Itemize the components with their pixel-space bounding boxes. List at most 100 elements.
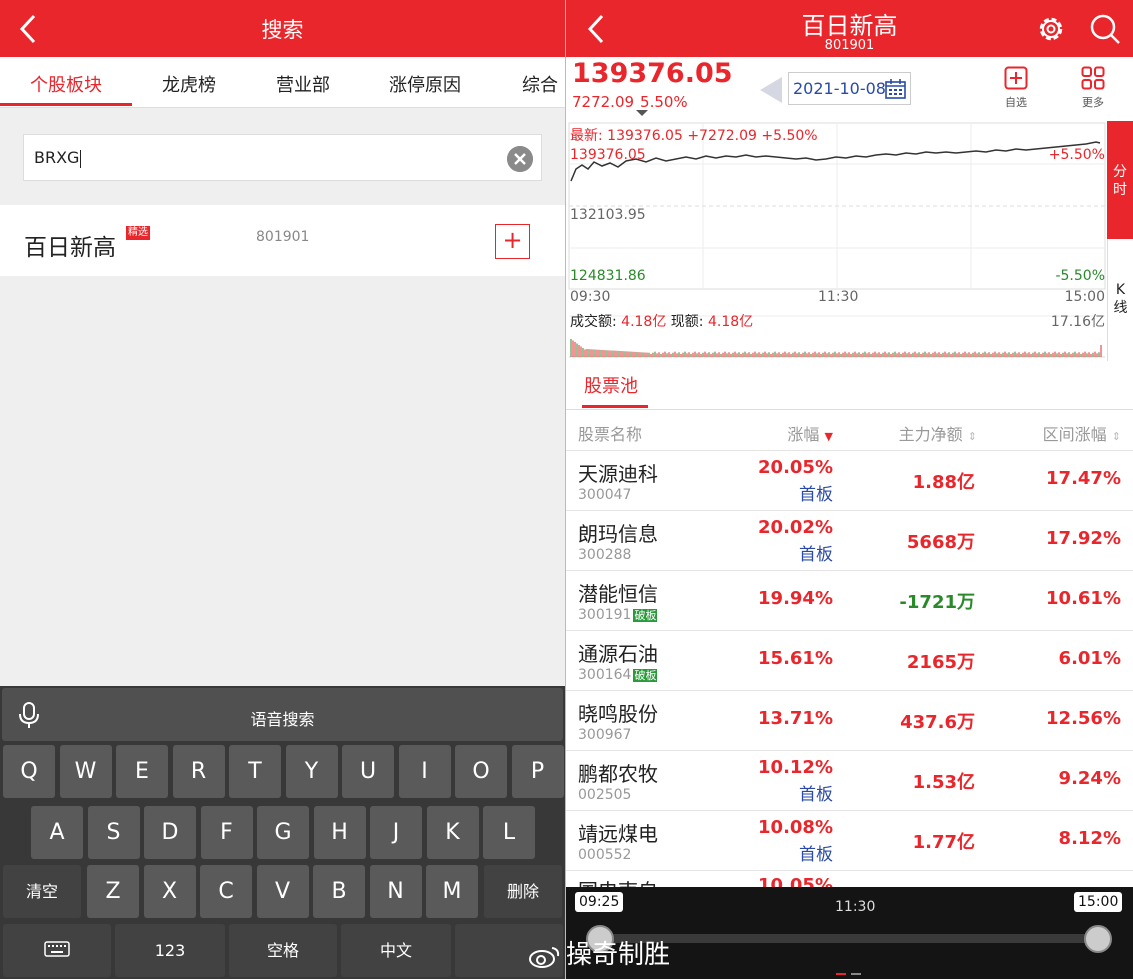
table-row[interactable]: 朗玛信息 300288 20.02% 首板 5668万 17.92% <box>566 511 1133 571</box>
intraday-chart[interactable]: 最新: 139376.05 +7272.09 +5.50% 139376.05 … <box>566 121 1133 361</box>
tab-limit-up-reason[interactable]: 涨停原因 <box>389 71 461 97</box>
volume-bars <box>570 339 1102 357</box>
key-v[interactable]: V <box>256 865 309 918</box>
watermark: 操奇制胜 <box>528 934 670 971</box>
col-change-pct[interactable]: 涨幅 ▼ <box>787 421 833 445</box>
timeline-mid: 11:30 <box>835 899 876 915</box>
tab-general[interactable]: 综合 <box>522 71 558 97</box>
tab-kline[interactable]: K线 <box>1107 239 1133 361</box>
pct-axis-top: +5.50% <box>1048 147 1105 163</box>
voice-search-bar[interactable]: 语音搜索 <box>2 688 563 741</box>
tab-intraday[interactable]: 分时 <box>1107 121 1133 239</box>
key-l[interactable]: L <box>483 806 535 859</box>
key-i[interactable]: I <box>398 745 451 798</box>
first-board-tag: 首板 <box>799 845 833 865</box>
key-p[interactable]: P <box>511 745 564 798</box>
range-change: 10.61% <box>1046 588 1121 609</box>
key-n[interactable]: N <box>369 865 422 918</box>
gear-icon[interactable] <box>1034 12 1068 46</box>
key-numbers[interactable]: 123 <box>115 924 225 977</box>
main-net-amount: -1721万 <box>899 592 975 613</box>
table-row[interactable]: 晓鸣股份 300967 13.71% 437.6万 12.56% <box>566 691 1133 751</box>
key-chinese[interactable]: 中文 <box>341 924 451 977</box>
search-icon[interactable] <box>1088 12 1122 46</box>
stock-name: 天源迪科 <box>578 462 658 486</box>
key-t[interactable]: T <box>229 745 281 798</box>
key-m[interactable]: M <box>426 865 478 918</box>
range-change: 6.01% <box>1058 648 1121 669</box>
key-h[interactable]: H <box>313 806 366 859</box>
stock-name: 朗玛信息 <box>578 522 658 546</box>
key-k[interactable]: K <box>426 806 479 859</box>
key-space[interactable]: 空格 <box>229 924 337 977</box>
first-board-tag: 首板 <box>799 785 833 805</box>
key-e[interactable]: E <box>116 745 168 798</box>
main-net-amount: 1.88亿 <box>912 472 975 493</box>
timeline-start: 09:25 <box>575 892 624 912</box>
volume-max: 17.16亿 <box>1050 314 1105 330</box>
key-b[interactable]: B <box>313 865 365 918</box>
change-pct: 13.71% <box>758 708 833 729</box>
broken-board-badge: 破板 <box>633 609 658 622</box>
key-delete[interactable]: 删除 <box>484 865 562 918</box>
key-x[interactable]: X <box>143 865 196 918</box>
key-q[interactable]: Q <box>3 745 55 798</box>
sort-desc-icon: ▼ <box>824 430 833 443</box>
more-button[interactable]: 更多 <box>1073 66 1113 110</box>
grid-icon <box>1081 66 1105 90</box>
previous-date-icon[interactable] <box>760 77 782 103</box>
key-c[interactable]: C <box>200 865 252 918</box>
tab-dragon-tiger[interactable]: 龙虎榜 <box>162 71 216 97</box>
col-main-net[interactable]: 主力净额 ⇕ <box>899 421 977 445</box>
key-y[interactable]: Y <box>285 745 338 798</box>
timeline-end-handle[interactable] <box>1084 925 1112 953</box>
search-input[interactable]: BRXG <box>23 134 542 181</box>
clear-search-icon[interactable] <box>507 146 533 172</box>
add-to-watchlist-button[interactable]: + <box>495 224 530 259</box>
key-a[interactable]: A <box>31 806 83 859</box>
key-w[interactable]: W <box>59 745 112 798</box>
search-result-item[interactable]: 百日新高 精选 801901 + <box>0 205 565 276</box>
stock-name: 晓鸣股份 <box>578 702 658 726</box>
stock-code: 300191 破板 <box>578 607 658 623</box>
table-row[interactable]: 潜能恒信 300191 破板 19.94% -1721万 10.61% <box>566 571 1133 631</box>
table-row[interactable]: 通源石油 300164 破板 15.61% 2165万 6.01% <box>566 631 1133 691</box>
calendar-icon <box>885 79 906 99</box>
table-row[interactable]: 靖远煤电 000552 10.08% 首板 1.77亿 8.12% <box>566 811 1133 871</box>
expand-triangle-icon[interactable] <box>636 110 648 116</box>
key-f[interactable]: F <box>200 806 253 859</box>
key-o[interactable]: O <box>455 745 507 798</box>
keyboard-icon <box>44 941 70 957</box>
tab-brokerage[interactable]: 营业部 <box>276 71 330 97</box>
table-row[interactable]: 鹏都农牧 002505 10.12% 首板 1.53亿 9.24% <box>566 751 1133 811</box>
weibo-logo-icon <box>528 943 562 969</box>
col-stock-name: 股票名称 <box>578 425 643 444</box>
watchlist-button[interactable]: 自选 <box>996 66 1036 110</box>
key-keyboard-switch[interactable] <box>3 924 111 977</box>
range-change: 17.92% <box>1046 528 1121 549</box>
y-axis-mid: 132103.95 <box>570 207 646 223</box>
key-clear[interactable]: 清空 <box>3 865 81 918</box>
stock-code: 300047 <box>578 487 632 503</box>
key-u[interactable]: U <box>342 745 394 798</box>
key-g[interactable]: G <box>257 806 309 859</box>
stock-code: 000552 <box>578 847 632 863</box>
timeline-track[interactable] <box>600 934 1100 943</box>
stock-name: 潜能恒信 <box>578 582 658 606</box>
col-range-change[interactable]: 区间涨幅 ⇕ <box>1043 421 1121 445</box>
timeline-end: 15:00 <box>1074 892 1123 912</box>
date-picker[interactable]: 2021-10-08 <box>788 72 911 105</box>
key-s[interactable]: S <box>87 806 140 859</box>
change-pct: 20.05% <box>758 457 833 478</box>
result-badge: 精选 <box>126 226 150 240</box>
key-z[interactable]: Z <box>87 865 139 918</box>
table-row[interactable]: 天源迪科 300047 20.05% 首板 1.88亿 17.47% <box>566 451 1133 511</box>
tab-stock-pool[interactable]: 股票池 <box>584 372 638 398</box>
tab-stock-sector[interactable]: 个股板块 <box>30 71 102 97</box>
key-j[interactable]: J <box>370 806 422 859</box>
range-change: 9.24% <box>1058 768 1121 789</box>
key-d[interactable]: D <box>144 806 196 859</box>
price-line <box>570 141 1101 182</box>
table-header: 股票名称 涨幅 ▼ 主力净额 ⇕ 区间涨幅 ⇕ <box>566 409 1133 451</box>
key-r[interactable]: R <box>172 745 225 798</box>
